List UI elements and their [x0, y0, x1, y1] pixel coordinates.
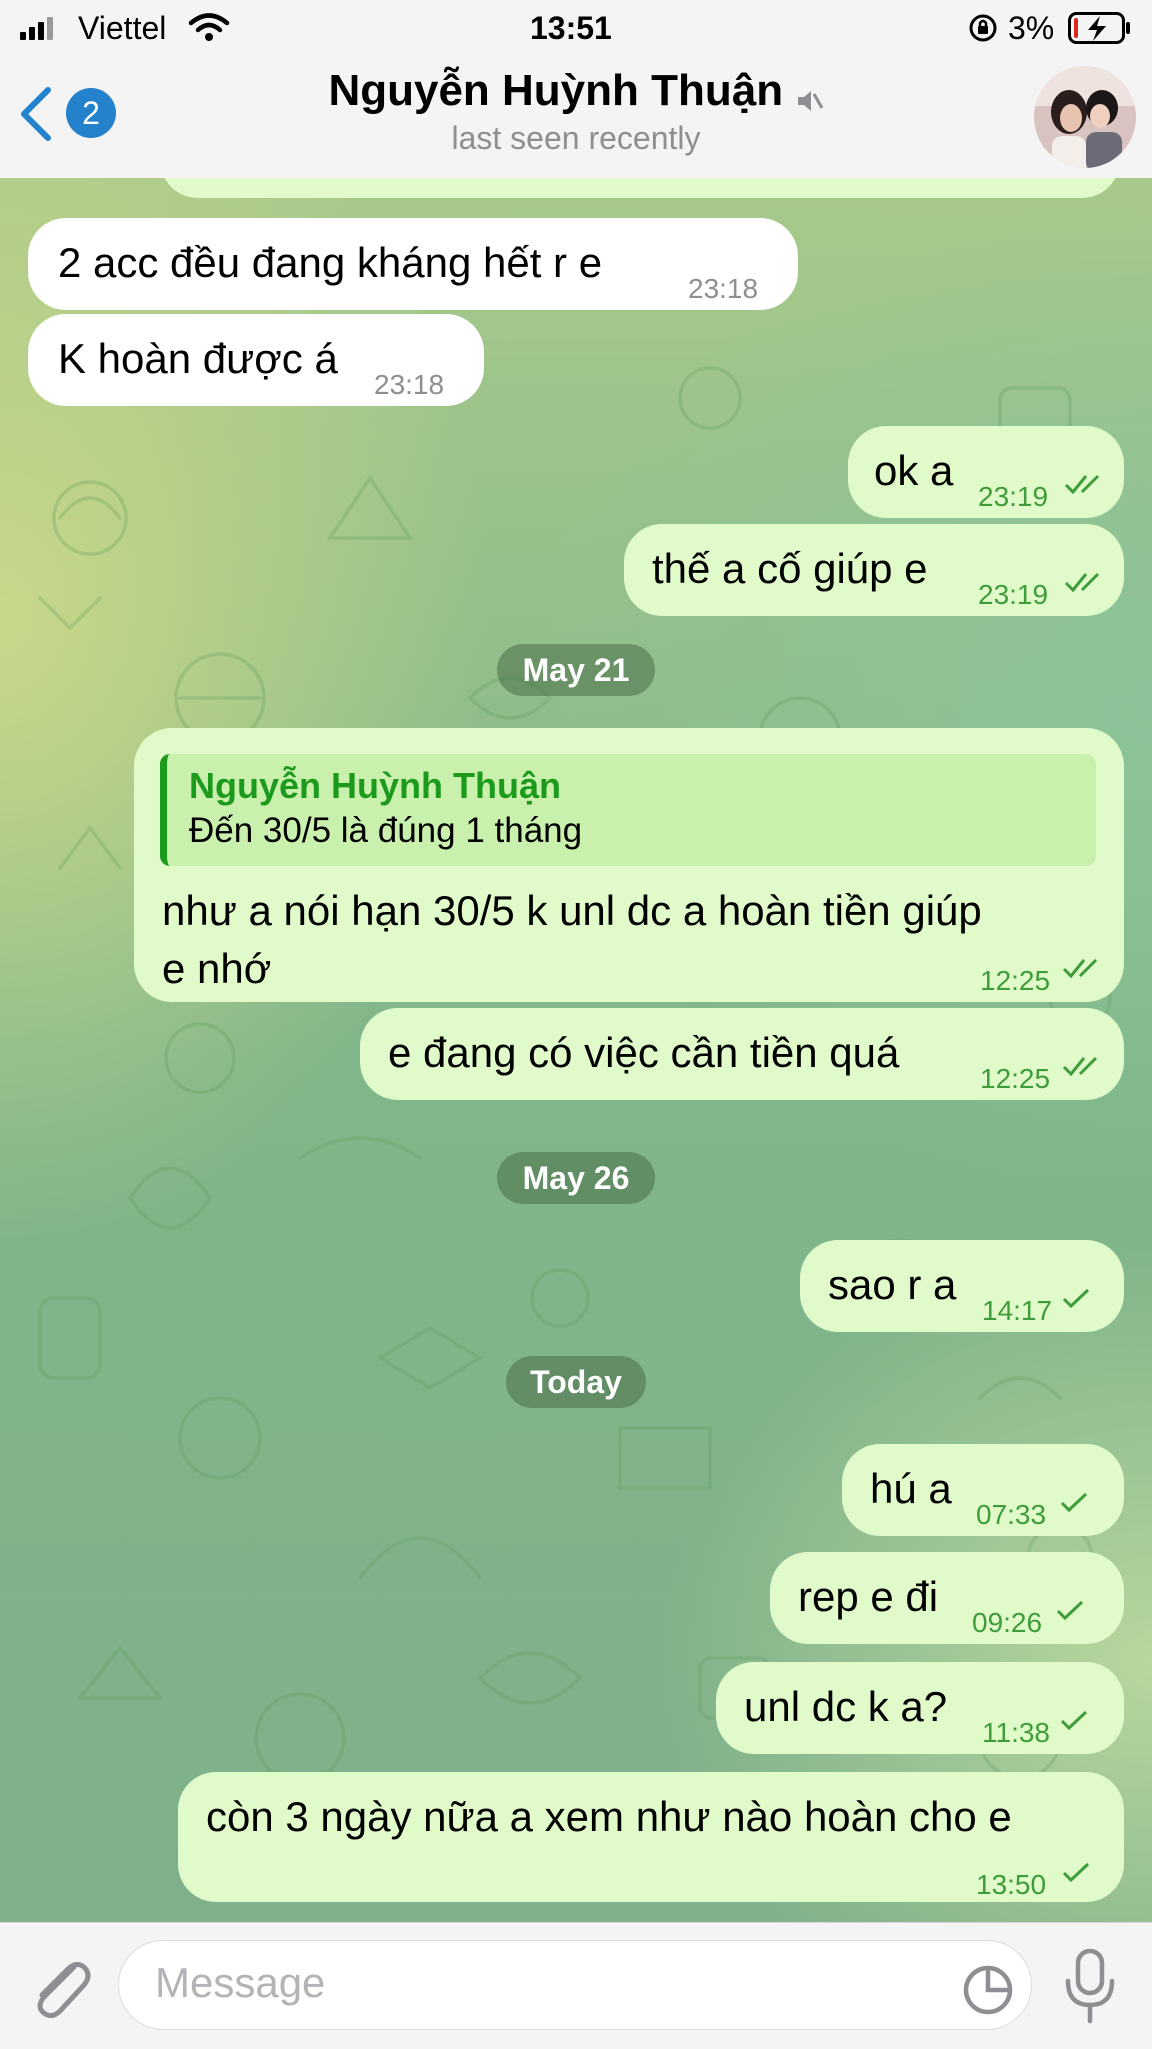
single-check-icon [1056, 1600, 1084, 1621]
message-text: e nhớ [162, 945, 272, 992]
message-bubble-outgoing[interactable]: hú a 07:33 [842, 1444, 1124, 1536]
battery-percent: 3% [1008, 10, 1055, 46]
message-text: thế a cố giúp e [652, 545, 928, 592]
status-bar: Viettel 13:51 3% [0, 0, 1152, 56]
message-list[interactable]: 2 acc đều đang kháng hết r e 23:18 K hoà… [0, 178, 1152, 1922]
message-time: 23:18 [688, 273, 759, 304]
single-check-icon [1060, 1492, 1088, 1513]
message-bubble-outgoing[interactable]: sao r a 14:17 [800, 1240, 1124, 1332]
message-bubble-outgoing-reply[interactable]: Nguyễn Huỳnh Thuận Đến 30/5 là đúng 1 th… [134, 728, 1124, 1002]
message-text: ok a [874, 447, 954, 494]
message-bubble-incoming[interactable]: K hoàn được á 23:18 [28, 314, 484, 406]
composer-bar: Message [0, 1922, 1152, 2049]
message-bubble-outgoing[interactable]: e đang có việc cần tiền quá 12:25 [360, 1008, 1124, 1100]
message-bubble-partial[interactable] [160, 178, 1120, 198]
message-placeholder: Message [155, 1959, 326, 2006]
microphone-icon[interactable] [1062, 1947, 1118, 2027]
message-time: 12:25 [980, 965, 1051, 996]
single-check-icon [1060, 1710, 1088, 1731]
single-check-icon [1062, 1288, 1090, 1309]
message-time: 14:17 [982, 1295, 1053, 1326]
date-separator: Today [506, 1356, 646, 1408]
message-text: e đang có việc cần tiền quá [388, 1029, 900, 1076]
message-time: 09:26 [972, 1607, 1043, 1638]
message-text: unl dc k a? [744, 1683, 948, 1730]
muted-speaker-icon [797, 90, 823, 111]
paperclip-icon[interactable] [28, 1953, 92, 2023]
message-text: rep e đi [798, 1573, 939, 1620]
message-time: 11:38 [982, 1717, 1050, 1748]
battery-icon [1068, 12, 1130, 44]
sticker-icon[interactable] [961, 1963, 1015, 2017]
orientation-lock-icon [969, 14, 997, 42]
message-time: 23:18 [374, 369, 445, 400]
last-seen-status: last seen recently [451, 120, 701, 156]
message-time: 07:33 [976, 1499, 1047, 1530]
avatar[interactable] [1034, 66, 1136, 168]
message-time: 23:19 [978, 481, 1049, 512]
message-text: K hoàn được á [58, 335, 338, 382]
chat-header: 2 Nguyễn Huỳnh Thuận last seen recently [0, 56, 1152, 179]
double-check-icon [1062, 1056, 1098, 1077]
message-text: còn 3 ngày nữa a xem như nào hoàn cho e [206, 1793, 1012, 1840]
message-text: như a nói hạn 30/5 k unl dc a hoàn tiền … [162, 887, 982, 934]
message-bubble-outgoing[interactable]: thế a cố giúp e 23:19 [624, 524, 1124, 616]
back-button[interactable]: 2 [14, 74, 124, 154]
status-time: 13:51 [530, 10, 612, 46]
double-check-icon [1064, 572, 1100, 593]
message-bubble-outgoing[interactable]: ok a 23:19 [848, 426, 1124, 518]
message-input[interactable]: Message [118, 1940, 1032, 2030]
reply-quote[interactable]: Nguyễn Huỳnh Thuận Đến 30/5 là đúng 1 th… [160, 754, 1096, 866]
message-time: 12:25 [980, 1063, 1051, 1094]
reply-text: Đến 30/5 là đúng 1 tháng [189, 811, 583, 850]
reply-author: Nguyễn Huỳnh Thuận [189, 765, 561, 806]
contact-name: Nguyễn Huỳnh Thuận [328, 66, 784, 115]
message-text: 2 acc đều đang kháng hết r e [58, 239, 603, 286]
double-check-icon [1062, 958, 1098, 979]
date-separator: May 26 [497, 1152, 655, 1204]
message-bubble-incoming[interactable]: 2 acc đều đang kháng hết r e 23:18 [28, 218, 798, 310]
message-text: sao r a [828, 1261, 957, 1308]
signal-icon [20, 17, 53, 40]
wifi-icon [188, 13, 230, 41]
carrier-name: Viettel [78, 10, 167, 46]
unread-badge: 2 [66, 88, 116, 138]
message-time: 13:50 [976, 1869, 1047, 1900]
message-bubble-outgoing[interactable]: rep e đi 09:26 [770, 1552, 1124, 1644]
single-check-icon [1062, 1862, 1090, 1883]
chat-title[interactable]: Nguyễn Huỳnh Thuận last seen recently [230, 66, 922, 157]
double-check-icon [1064, 474, 1100, 495]
message-text: hú a [870, 1465, 952, 1512]
message-time: 23:19 [978, 579, 1049, 610]
date-separator: May 21 [497, 644, 655, 696]
message-bubble-outgoing[interactable]: unl dc k a? 11:38 [716, 1662, 1124, 1754]
chevron-left-icon [21, 87, 51, 141]
message-bubble-outgoing[interactable]: còn 3 ngày nữa a xem như nào hoàn cho e … [178, 1772, 1124, 1902]
